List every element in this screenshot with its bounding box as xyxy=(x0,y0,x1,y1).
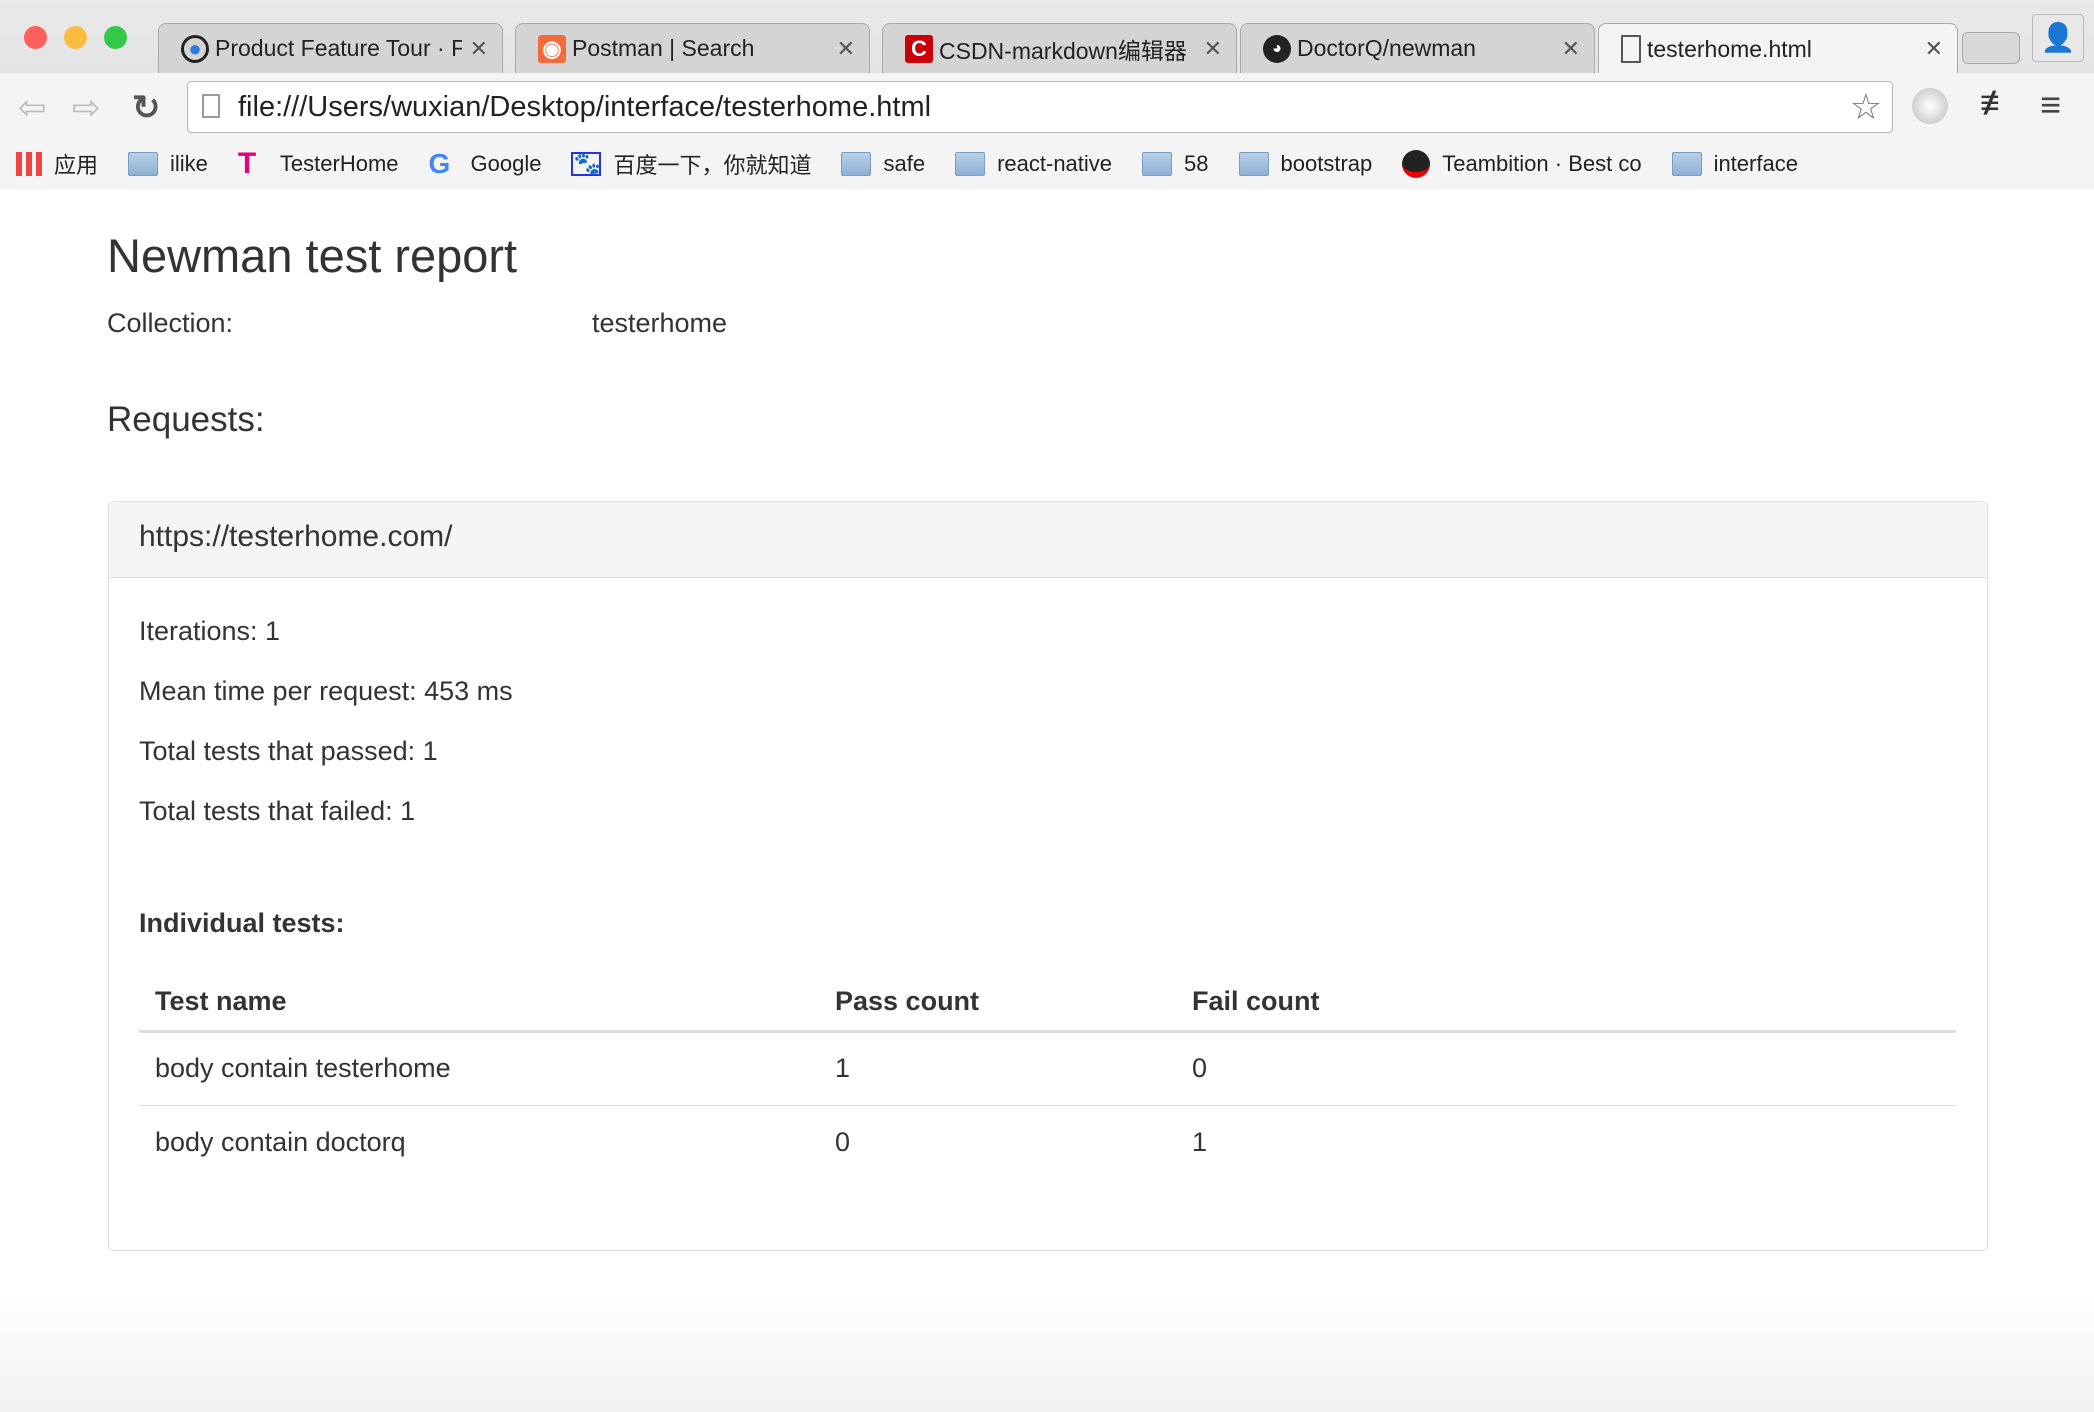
google-icon: G xyxy=(428,148,451,179)
apps-icon xyxy=(16,152,42,176)
bookmarks-bar: 应用 ilike T TesterHome G Google 🐾 百度一下，你就知道 … xyxy=(0,139,2094,189)
postman-icon: ◉ xyxy=(538,34,566,63)
bookmark-react-native[interactable]: react-native xyxy=(955,151,1112,177)
address-bar[interactable]: file:///Users/wuxian/Desktop/interface/t… xyxy=(187,81,1893,133)
fail-count: 0 xyxy=(1176,1031,1956,1106)
zoom-window-button[interactable] xyxy=(104,26,127,49)
request-url: https://testerhome.com/ xyxy=(109,502,1987,578)
testerhome-icon: T xyxy=(237,147,257,180)
tests-failed: Total tests that failed: 1 xyxy=(139,796,416,826)
file-icon xyxy=(202,94,220,118)
collection-value: testerhome xyxy=(592,308,728,338)
pass-count: 1 xyxy=(819,1031,1176,1106)
requests-heading: Requests: xyxy=(107,400,265,439)
column-header: Test name xyxy=(139,974,819,1033)
bookmark-58[interactable]: 58 xyxy=(1142,151,1209,177)
csdn-icon: C xyxy=(905,34,933,63)
bookmark-ilike[interactable]: ilike xyxy=(128,151,208,177)
close-tab-icon[interactable]: ✕ xyxy=(1925,36,1943,62)
new-tab-button[interactable] xyxy=(1962,32,2020,64)
close-tab-icon[interactable]: ✕ xyxy=(1562,36,1580,62)
bookmark-testerhome[interactable]: T TesterHome xyxy=(237,147,399,180)
bookmark-safe[interactable]: safe xyxy=(841,151,925,177)
test-name: body contain testerhome xyxy=(139,1031,819,1106)
individual-tests-heading: Individual tests: xyxy=(139,908,345,938)
tab-testerhome[interactable]: testerhome.html ✕ xyxy=(1598,23,1958,74)
browser-chrome: ● Product Feature Tour · F ✕ ◉ Postman | … xyxy=(0,0,2094,189)
globe-extension-icon[interactable] xyxy=(1912,88,1948,124)
table-row: body contain doctorq 0 1 xyxy=(139,1105,1956,1179)
collection-label: Collection: xyxy=(107,308,234,338)
tab-postman[interactable]: ◉ Postman | Search ✕ xyxy=(515,23,870,73)
github-icon: ◕ xyxy=(1263,34,1291,63)
tests-table: Test name Pass count Fail count body con… xyxy=(139,974,1956,1179)
close-tab-icon[interactable]: ✕ xyxy=(837,36,855,62)
gear-icon: ● xyxy=(181,34,209,63)
forward-button[interactable]: ⇨ xyxy=(72,88,101,128)
bookmark-google[interactable]: G Google xyxy=(428,148,542,179)
baidu-icon: 🐾 xyxy=(571,151,602,176)
test-name: body contain doctorq xyxy=(155,1126,406,1157)
bookmark-apps[interactable]: 应用 xyxy=(16,148,98,180)
reload-button[interactable]: ↻ xyxy=(132,88,161,128)
column-header: Pass count xyxy=(819,974,1176,1033)
page-title: Newman test report xyxy=(107,229,518,282)
back-button[interactable]: ⇦ xyxy=(18,88,47,128)
bookmark-baidu[interactable]: 🐾 百度一下，你就知道 xyxy=(571,148,811,180)
bookmark-teambition[interactable]: Teambition · Best co xyxy=(1402,150,1642,178)
tab-product-feature-tour[interactable]: ● Product Feature Tour · F ✕ xyxy=(158,23,503,73)
folder-icon xyxy=(1671,152,1702,176)
bookmark-bootstrap[interactable]: bootstrap xyxy=(1238,151,1372,177)
table-row: body contain testerhome 1 0 xyxy=(139,1031,1956,1106)
close-tab-icon[interactable]: ✕ xyxy=(1204,36,1222,62)
table-header-row: Test name Pass count Fail count xyxy=(139,974,1956,1033)
folder-icon xyxy=(128,152,159,176)
bookmark-star-icon[interactable]: ☆ xyxy=(1850,86,1882,128)
teambition-icon xyxy=(1402,150,1431,178)
folder-icon xyxy=(955,152,986,176)
profile-icon[interactable]: 👤 xyxy=(2032,14,2084,62)
close-window-button[interactable] xyxy=(24,26,47,49)
close-tab-icon[interactable]: ✕ xyxy=(470,36,488,62)
tab-github[interactable]: ◕ DoctorQ/newman ✕ xyxy=(1240,23,1595,73)
traffic-light-extension-icon[interactable]: ≢ xyxy=(1980,84,2014,123)
menu-icon[interactable]: ≡ xyxy=(2040,84,2061,126)
minimize-window-button[interactable] xyxy=(64,26,87,49)
folder-icon xyxy=(841,152,872,176)
column-header: Fail count xyxy=(1176,974,1956,1033)
bookmark-interface[interactable]: interface xyxy=(1671,151,1798,177)
request-panel: https://testerhome.com/ Iterations: 1 Me… xyxy=(108,501,1988,1251)
pass-count: 0 xyxy=(835,1126,851,1157)
tests-passed: Total tests that passed: 1 xyxy=(139,736,438,766)
page-content: Newman test report Collection: testerhom… xyxy=(0,190,2094,1412)
folder-icon xyxy=(1142,152,1173,176)
mean-time: Mean time per request: 453 ms xyxy=(139,676,513,706)
tab-csdn[interactable]: C CSDN-markdown编辑器 ✕ xyxy=(882,23,1237,73)
folder-icon xyxy=(1238,152,1269,176)
fail-count: 1 xyxy=(1192,1126,1208,1157)
file-icon xyxy=(1621,35,1641,63)
iterations: Iterations: 1 xyxy=(139,616,281,646)
